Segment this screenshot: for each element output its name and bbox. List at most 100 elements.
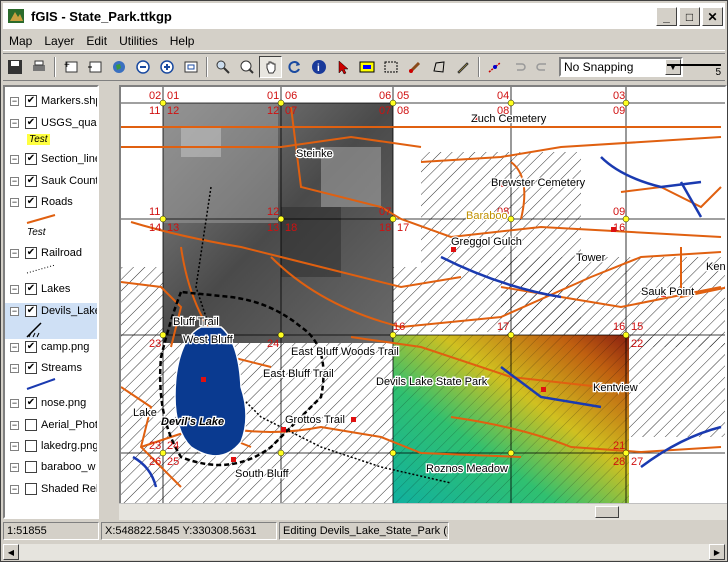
menu-edit[interactable]: Edit (80, 34, 113, 48)
layer-item-baraboo[interactable]: − baraboo_w (5, 459, 97, 475)
collapse-toggle[interactable]: − (10, 441, 19, 451)
close-icon: ✕ (707, 9, 718, 24)
collapse-toggle[interactable]: − (10, 342, 19, 352)
globe-button[interactable] (107, 56, 130, 78)
svg-text:Greggol Gulch: Greggol Gulch (451, 236, 522, 248)
scroll-right-button[interactable]: ▶ (709, 544, 725, 560)
select-button[interactable] (331, 56, 354, 78)
layer-item-lakes[interactable]: − ✔ Lakes (5, 281, 97, 297)
layer-item-devils-lake[interactable]: − ✔ Devils_Lake (5, 303, 97, 319)
layer-checkbox[interactable]: ✔ (25, 175, 37, 187)
window-horizontal-scrollbar[interactable]: ◀ ▶ (3, 544, 725, 560)
zoom-tool-button[interactable] (211, 56, 234, 78)
layer-item-usgs-quad[interactable]: − ✔ USGS_quad (5, 115, 99, 131)
scroll-thumb[interactable] (595, 506, 619, 518)
map-svg[interactable]: 02 01 01 06 06 05 04 03 11 12 12 07 07 0… (121, 87, 727, 505)
collapse-toggle[interactable]: − (10, 197, 19, 207)
menu-utilities[interactable]: Utilities (113, 34, 164, 48)
layer-label: USGS_quad (41, 117, 99, 129)
collapse-toggle[interactable]: − (10, 118, 19, 128)
marquee-button[interactable] (379, 56, 402, 78)
layer-item-roads[interactable]: − ✔ Roads (5, 194, 97, 210)
layer-checkbox[interactable] (25, 440, 37, 452)
zoom-in-button[interactable] (155, 56, 178, 78)
layer-checkbox[interactable]: ✔ (25, 283, 37, 295)
redo-button[interactable] (531, 56, 554, 78)
svg-text:12: 12 (267, 105, 279, 117)
layer-label: nose.png (41, 397, 87, 409)
map-horizontal-scrollbar[interactable] (119, 503, 727, 520)
layer-checkbox[interactable] (25, 419, 37, 431)
collapse-toggle[interactable]: − (10, 176, 19, 186)
layer-checkbox[interactable]: ✔ (25, 362, 37, 374)
zoom-out-button[interactable] (131, 56, 154, 78)
collapse-toggle[interactable]: − (10, 284, 19, 294)
status-bar: 1:51855 X:548822.5845 Y:330308.5631 Edit… (3, 522, 725, 542)
menu-layer[interactable]: Layer (38, 34, 80, 48)
layer-checkbox[interactable] (25, 483, 37, 495)
collapse-toggle[interactable]: − (10, 462, 19, 472)
collapse-toggle[interactable]: − (10, 96, 19, 106)
select-features-button[interactable] (355, 56, 378, 78)
scroll-left-button[interactable]: ◀ (3, 544, 19, 560)
layer-checkbox[interactable]: ✔ (25, 196, 37, 208)
identify-zoom-button[interactable] (235, 56, 258, 78)
maximize-button[interactable]: □ (679, 7, 700, 26)
snap-tool-button[interactable] (483, 56, 506, 78)
svg-text:07: 07 (379, 105, 391, 117)
layer-item-streams[interactable]: − ✔ Streams (5, 360, 97, 376)
layer-item-shaded-relief[interactable]: − Shaded Relief (5, 481, 97, 497)
add-layer-button[interactable]: + (59, 56, 82, 78)
layer-checkbox[interactable]: ✔ (25, 247, 37, 259)
collapse-toggle[interactable]: − (10, 363, 19, 373)
menu-map[interactable]: Map (3, 34, 38, 48)
save-button[interactable] (3, 56, 26, 78)
close-button[interactable]: ✕ (702, 7, 723, 26)
layer-checkbox[interactable]: ✔ (25, 117, 37, 129)
collapse-toggle[interactable]: − (10, 306, 19, 316)
collapse-toggle[interactable]: − (10, 154, 19, 164)
legend-roads: Test (27, 227, 46, 238)
layer-checkbox[interactable]: ✔ (25, 305, 37, 317)
svg-text:26: 26 (149, 456, 161, 468)
layer-checkbox[interactable]: ✔ (25, 341, 37, 353)
layer-item-markers[interactable]: − ✔ Markers.shp (5, 93, 97, 109)
layer-item-nose[interactable]: − ✔ nose.png (5, 395, 97, 411)
svg-text:07: 07 (285, 105, 297, 117)
draw-polygon-button[interactable] (427, 56, 450, 78)
menu-bar: Map Layer Edit Utilities Help (3, 31, 725, 51)
svg-text:South Bluff: South Bluff (235, 468, 290, 480)
layer-item-sauk-county[interactable]: − ✔ Sauk County (5, 173, 97, 189)
layer-checkbox[interactable]: ✔ (25, 153, 37, 165)
edit-brush-icon (408, 61, 420, 74)
layer-checkbox[interactable] (25, 461, 37, 473)
layer-item-camp[interactable]: − ✔ camp.png (5, 339, 97, 355)
layer-checkbox[interactable]: ✔ (25, 397, 37, 409)
pencil-button[interactable] (451, 56, 474, 78)
menu-help[interactable]: Help (164, 34, 201, 48)
full-extent-button[interactable] (179, 56, 202, 78)
undo-button[interactable] (507, 56, 530, 78)
layer-label: lakedrg.png (41, 440, 99, 452)
remove-layer-button[interactable] (83, 56, 106, 78)
svg-text:Roznos Meadow: Roznos Meadow (426, 463, 508, 475)
map-canvas[interactable]: 02 01 01 06 06 05 04 03 11 12 12 07 07 0… (119, 85, 727, 520)
collapse-toggle[interactable]: − (10, 398, 19, 408)
layer-item-lakedrg[interactable]: − lakedrg.png (5, 438, 99, 454)
svg-text:04: 04 (497, 90, 509, 102)
collapse-toggle[interactable]: − (10, 484, 19, 494)
collapse-toggle[interactable]: − (10, 248, 19, 258)
info-button[interactable]: i (307, 56, 330, 78)
layer-item-aerial-photo[interactable]: − Aerial_Photo (5, 417, 97, 433)
collapse-toggle[interactable]: − (10, 420, 19, 430)
svg-text:05: 05 (397, 90, 409, 102)
minimize-button[interactable]: _ (656, 7, 677, 26)
refresh-button[interactable] (283, 56, 306, 78)
layer-checkbox[interactable]: ✔ (25, 95, 37, 107)
layer-item-railroad[interactable]: − ✔ Railroad (5, 245, 97, 261)
edit-shape-button[interactable] (403, 56, 426, 78)
print-button[interactable] (27, 56, 50, 78)
pan-tool-button[interactable] (259, 56, 282, 78)
globe-icon (112, 61, 125, 73)
layer-item-section-lines[interactable]: −✔ Section_lines (5, 151, 97, 167)
